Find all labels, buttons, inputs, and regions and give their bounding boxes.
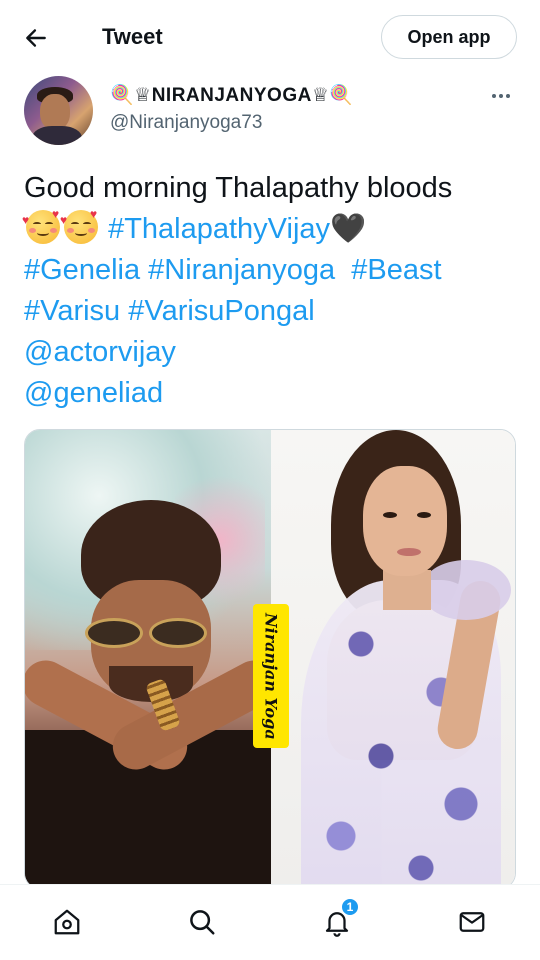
hashtag-link[interactable]: #Beast	[351, 254, 441, 286]
watermark-label: Niranjan Yoga	[253, 604, 289, 748]
tweet-line-2: ♥ ♥ ♥ ♥ #ThalapathyVijay🖤	[22, 208, 524, 250]
author-handle[interactable]: @Niranjanyoga73	[110, 112, 262, 134]
mention-link[interactable]: @actorvijay	[24, 336, 176, 368]
smiling-face-with-hearts-icon: ♥ ♥	[60, 208, 100, 244]
nav-messages[interactable]	[455, 905, 489, 939]
open-app-button[interactable]: Open app	[381, 15, 517, 59]
tweet-line-6: @geneliad	[24, 373, 524, 414]
avatar[interactable]	[24, 76, 93, 145]
tweet-line-1: Good morning Thalapathy bloods	[24, 172, 453, 204]
hashtag-glyph: 🖤	[330, 213, 367, 245]
back-button[interactable]	[20, 22, 52, 54]
hashtag-link[interactable]: #Genelia	[24, 254, 140, 286]
author-display-name[interactable]: 🍭♕NIRANJANYOGA♕🍭	[110, 83, 354, 107]
hashtag-link[interactable]: #Niranjanyoga	[148, 254, 335, 286]
more-dots-icon	[492, 94, 496, 98]
tweet-text: Good morning Thalapathy bloods ♥ ♥ ♥ ♥ #…	[22, 168, 524, 414]
hashtag-link[interactable]: #Varisu	[24, 295, 120, 327]
tweet-media-image[interactable]: Niranjan Yoga	[24, 429, 516, 889]
back-arrow-icon	[26, 29, 46, 47]
hashtag-link[interactable]: #VarisuPongal	[128, 295, 314, 327]
top-bar: Tweet Open app	[0, 0, 540, 76]
mention-link[interactable]: @geneliad	[24, 377, 163, 409]
smiling-face-with-hearts-icon: ♥ ♥	[22, 208, 62, 244]
photo-right-actress	[271, 430, 515, 888]
photo-left-actor	[25, 430, 286, 888]
notification-count-badge: 1	[340, 897, 360, 917]
nav-home[interactable]	[50, 905, 84, 939]
tweet-line-5: @actorvijay	[24, 332, 524, 373]
nav-search[interactable]	[185, 905, 219, 939]
search-icon	[190, 910, 215, 935]
page-title: Tweet	[102, 24, 163, 49]
tweet-line-4: #Varisu #VarisuPongal	[24, 291, 524, 332]
bottom-navigation: 1	[0, 884, 540, 960]
home-icon	[54, 909, 80, 935]
messages-icon	[459, 912, 485, 932]
hashtag-link[interactable]: #ThalapathyVijay	[108, 213, 330, 245]
tweet-line-3: #Genelia #Niranjanyoga #Beast	[24, 250, 524, 291]
more-options-button[interactable]	[486, 84, 516, 108]
